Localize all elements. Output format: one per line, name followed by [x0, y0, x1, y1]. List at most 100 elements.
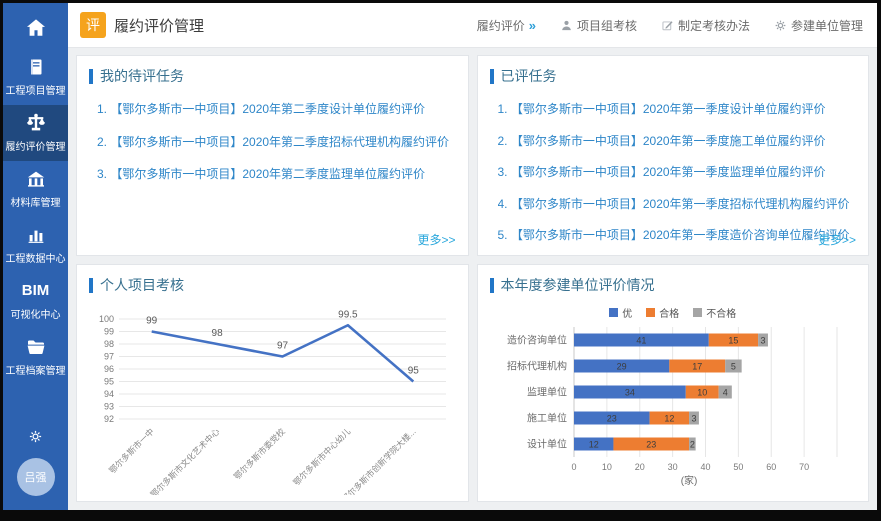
svg-text:鄂尔多斯市中心幼儿: 鄂尔多斯市中心幼儿: [291, 426, 353, 488]
segment-label: 41: [636, 336, 646, 346]
segment-label: 12: [664, 414, 674, 424]
module-badge-icon: 评: [80, 12, 106, 38]
data-label: 99: [146, 316, 158, 327]
bar-chart-icon: [25, 224, 47, 246]
evaluated-task-list: 1. 【鄂尔多斯市一中项目】2020年第一季度设计单位履约评价 2. 【鄂尔多斯市…: [478, 92, 869, 256]
segment-label: 5: [730, 362, 735, 372]
pending-task-list: 1. 【鄂尔多斯市一中项目】2020年第二季度设计单位履约评价 2. 【鄂尔多斯市…: [77, 92, 468, 198]
header-menu-unit-management[interactable]: 参建单位管理: [774, 17, 863, 34]
sidebar-items: 工程项目管理履约评价管理材料库管理工程数据中心 BIM可视化中心工程档案管理: [3, 3, 68, 385]
sidebar-item-label: 材料库管理: [11, 194, 61, 209]
person-icon: [560, 19, 573, 32]
sidebar-item-evaluation[interactable]: 履约评价管理: [3, 105, 68, 161]
segment-label: 12: [588, 440, 598, 450]
svg-text:94: 94: [104, 389, 114, 399]
settings-gear-icon[interactable]: [3, 423, 68, 450]
segment-label: 4: [722, 388, 727, 398]
sidebar-item-projects[interactable]: 工程项目管理: [3, 49, 68, 105]
task-link[interactable]: 1. 【鄂尔多斯市一中项目】2020年第一季度设计单位履约评价: [498, 100, 857, 117]
more-link[interactable]: 更多>>: [818, 231, 856, 248]
sidebar-item-label: 履约评价管理: [6, 138, 66, 153]
segment-label: 23: [646, 440, 656, 450]
x-axis-labels: 鄂尔多斯市一中鄂尔多斯市文化艺术中心鄂尔多斯市委党校鄂尔多斯市中心幼儿鄂尔多斯市…: [107, 426, 418, 495]
folder-icon: [25, 336, 47, 358]
panel-title: 个人项目考核: [100, 275, 184, 295]
svg-text:40: 40: [700, 462, 710, 472]
svg-text:97: 97: [104, 352, 114, 362]
x-axis-title: (家): [680, 474, 697, 487]
task-link[interactable]: 3. 【鄂尔多斯市一中项目】2020年第二季度监理单位履约评价: [97, 165, 456, 182]
task-link[interactable]: 3. 【鄂尔多斯市一中项目】2020年第一季度监理单位履约评价: [498, 163, 857, 180]
title-accent-bar: [490, 69, 494, 84]
segment-label: 2: [689, 440, 694, 450]
scale-icon: [25, 112, 47, 134]
svg-text:70: 70: [799, 462, 809, 472]
legend-item: 不合格: [693, 305, 736, 320]
sidebar-item-data-center[interactable]: 工程数据中心: [3, 217, 68, 273]
legend-item: 优: [609, 305, 632, 320]
segment-label: 3: [760, 336, 765, 346]
svg-text:鄂尔多斯市创新学院大楼...: 鄂尔多斯市创新学院大楼...: [340, 426, 418, 495]
data-label: 98: [212, 328, 224, 339]
header-menu-label: 项目组考核: [577, 17, 637, 34]
svg-text:鄂尔多斯市委党校: 鄂尔多斯市委党校: [232, 426, 288, 482]
sidebar-item-home[interactable]: [3, 3, 68, 49]
header-menu-performance-evaluation[interactable]: 履约评价»: [477, 17, 536, 34]
legend-label: 不合格: [706, 305, 736, 320]
panel-header: 我的待评任务: [77, 56, 468, 92]
data-label: 99.5: [338, 309, 358, 320]
segment-label: 29: [616, 362, 626, 372]
pending-tasks-panel: 我的待评任务 1. 【鄂尔多斯市一中项目】2020年第二季度设计单位履约评价 2.…: [76, 55, 469, 256]
bar-chart-legend: 优合格 不合格: [488, 303, 859, 321]
avatar[interactable]: 吕强: [17, 458, 55, 496]
svg-text:93: 93: [104, 402, 114, 412]
category-label: 招标代理机构: [507, 360, 567, 373]
sidebar-item-materials[interactable]: 材料库管理: [3, 161, 68, 217]
category-label: 监理单位: [527, 386, 567, 399]
unit-evaluation-bar-chart: 010203040506070(家)造价咨询单位41153招标代理机构29175…: [488, 321, 859, 495]
app-root: 工程项目管理履约评价管理材料库管理工程数据中心BIM可视化中心工程档案管理 吕强…: [3, 3, 877, 510]
evaluated-tasks-panel: 已评任务 1. 【鄂尔多斯市一中项目】2020年第一季度设计单位履约评价 2. 【…: [477, 55, 870, 256]
document-icon: [25, 56, 47, 78]
segment-label: 23: [606, 414, 616, 424]
title-accent-bar: [89, 278, 93, 293]
svg-text:30: 30: [667, 462, 677, 472]
svg-text:20: 20: [634, 462, 644, 472]
task-link[interactable]: 4. 【鄂尔多斯市一中项目】2020年第一季度招标代理机构履约评价: [498, 195, 857, 212]
panel-title: 本年度参建单位评价情况: [501, 275, 655, 295]
svg-text:92: 92: [104, 414, 114, 424]
task-link[interactable]: 2. 【鄂尔多斯市一中项目】2020年第一季度施工单位履约评价: [498, 132, 857, 149]
segment-label: 34: [624, 388, 634, 398]
header-menu-project-team-assessment[interactable]: 项目组考核: [560, 17, 637, 34]
legend-swatch: [609, 308, 618, 317]
page-title: 履约评价管理: [114, 15, 204, 36]
more-link[interactable]: 更多>>: [417, 231, 455, 248]
header-menu: 履约评价» 项目组考核 制定考核办法 参建单位管理: [477, 17, 863, 34]
sidebar-item-label: 工程档案管理: [6, 362, 66, 377]
header-menu-assessment-method[interactable]: 制定考核办法: [661, 17, 750, 34]
category-label: 造价咨询单位: [507, 334, 567, 347]
sidebar-item-bim[interactable]: BIM可视化中心: [3, 273, 68, 329]
legend-swatch: [693, 308, 702, 317]
legend-item: 合格: [646, 305, 679, 320]
personal-assessment-panel: 个人项目考核 100999897969594939299989799.595鄂尔…: [76, 264, 469, 502]
svg-text:0: 0: [571, 462, 576, 472]
svg-text:99: 99: [104, 327, 114, 337]
svg-text:鄂尔多斯市一中: 鄂尔多斯市一中: [107, 426, 156, 475]
segment-label: 15: [728, 336, 738, 346]
sidebar-item-label: 工程数据中心: [6, 250, 66, 265]
task-link[interactable]: 5. 【鄂尔多斯市一中项目】2020年第一季度造价咨询单位履约评价: [498, 226, 857, 243]
svg-text:95: 95: [104, 377, 114, 387]
dashboard-content: 我的待评任务 1. 【鄂尔多斯市一中项目】2020年第二季度设计单位履约评价 2.…: [68, 48, 877, 510]
sidebar-item-archives[interactable]: 工程档案管理: [3, 329, 68, 385]
panel-title: 已评任务: [501, 66, 557, 86]
svg-text:100: 100: [99, 314, 114, 324]
panel-header: 已评任务: [478, 56, 869, 92]
sidebar: 工程项目管理履约评价管理材料库管理工程数据中心 BIM可视化中心工程档案管理 吕强: [3, 3, 68, 510]
task-link[interactable]: 2. 【鄂尔多斯市一中项目】2020年第二季度招标代理机构履约评价: [97, 133, 456, 150]
header-menu-label: 制定考核办法: [678, 17, 750, 34]
segment-label: 17: [692, 362, 702, 372]
task-link[interactable]: 1. 【鄂尔多斯市一中项目】2020年第二季度设计单位履约评价: [97, 100, 456, 117]
legend-label: 优: [622, 305, 632, 320]
edit-icon: [661, 19, 674, 32]
